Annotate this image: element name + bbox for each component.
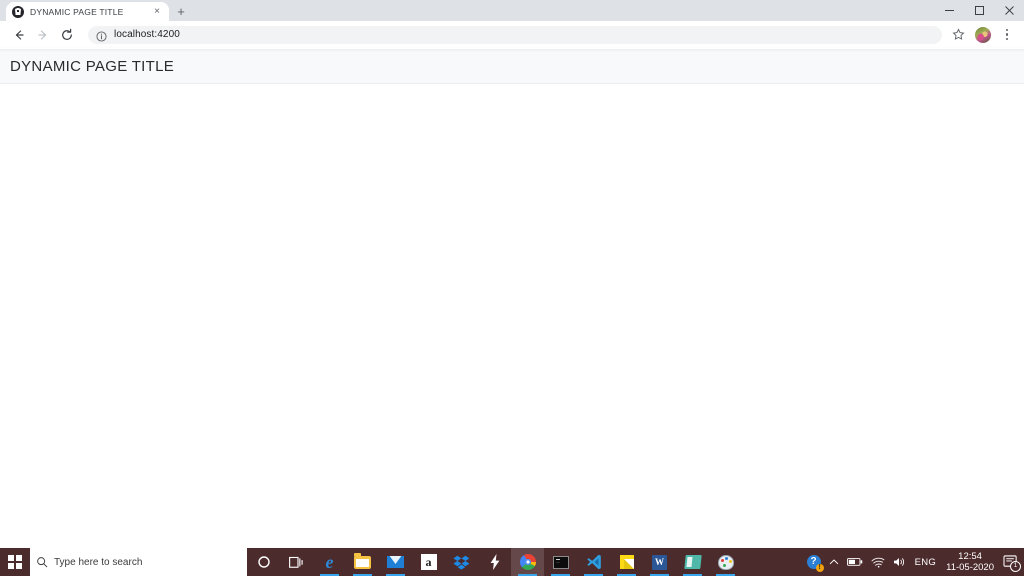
windows-taskbar: Type here to search e a W ? ! ENG 12:54 … (0, 548, 1024, 576)
paint-palette-icon (717, 554, 734, 571)
notification-count-badge: 1 (1010, 561, 1021, 572)
action-center-icon[interactable]: 1 (1000, 548, 1022, 576)
taskbar-app-mail[interactable] (379, 548, 412, 576)
angular-logo-icon (12, 5, 24, 18)
language-indicator[interactable]: ENG (911, 548, 941, 576)
clock-date: 11-05-2020 (946, 562, 994, 573)
star-icon[interactable] (948, 25, 968, 45)
taskbar-app-vscode[interactable] (577, 548, 610, 576)
browser-toolbar: localhost:4200 (0, 21, 1024, 48)
taskbar-app-word[interactable]: W (643, 548, 676, 576)
taskbar-app-file-explorer[interactable] (346, 548, 379, 576)
tab-title: DYNAMIC PAGE TITLE (30, 6, 124, 17)
taskbar-app-lightning[interactable] (478, 548, 511, 576)
system-tray: ? ! ENG 12:54 11-05-2020 1 (803, 548, 1024, 576)
terminal-icon (552, 554, 569, 571)
sticky-note-icon (618, 554, 635, 571)
folder-icon (354, 553, 371, 571)
search-icon (30, 556, 54, 568)
reload-icon[interactable] (56, 24, 78, 46)
cortana-ring-icon (255, 554, 272, 571)
taskbar-app-list: e a W (313, 548, 742, 576)
edge-icon: e (325, 552, 334, 572)
page-body (0, 84, 1024, 547)
taskbar-app-edge[interactable]: e (313, 548, 346, 576)
back-arrow-icon[interactable] (8, 24, 30, 46)
page-viewport: DYNAMIC PAGE TITLE (0, 49, 1024, 548)
battery-icon[interactable] (843, 548, 867, 576)
windows-logo-icon (8, 555, 22, 569)
chevron-up-icon[interactable] (825, 548, 843, 576)
browser-tab[interactable]: DYNAMIC PAGE TITLE × (6, 2, 169, 21)
tab-strip: DYNAMIC PAGE TITLE × + (0, 0, 1024, 21)
page-header-band: DYNAMIC PAGE TITLE (0, 49, 1024, 84)
new-tab-button[interactable]: + (173, 4, 189, 20)
speaker-icon[interactable] (889, 548, 911, 576)
wifi-icon[interactable] (867, 548, 889, 576)
page-title: DYNAMIC PAGE TITLE (10, 57, 175, 75)
toolbar-right-actions (948, 25, 1016, 45)
forward-arrow-icon (32, 24, 54, 46)
task-view-icon[interactable] (280, 548, 313, 576)
url-text: localhost:4200 (114, 29, 180, 40)
taskbar-app-onenote[interactable] (676, 548, 709, 576)
close-icon[interactable]: × (151, 6, 163, 18)
chrome-browser-window: DYNAMIC PAGE TITLE × + localhost:4200 DY… (0, 0, 1024, 548)
taskbar-app-chrome[interactable] (511, 548, 544, 576)
kebab-menu-icon[interactable] (998, 25, 1016, 45)
language-label: ENG (914, 556, 937, 568)
notebook-icon (683, 554, 702, 571)
clock-time: 12:54 (958, 551, 982, 562)
help-circle-icon[interactable]: ? (803, 548, 825, 576)
clock[interactable]: 12:54 11-05-2020 (940, 551, 1000, 573)
address-bar[interactable]: localhost:4200 (88, 25, 942, 44)
minimize-icon[interactable] (934, 0, 964, 21)
help-glyph-icon: ? (806, 555, 824, 572)
mail-icon (387, 554, 404, 571)
window-controls (934, 0, 1024, 21)
maximize-icon[interactable] (964, 0, 994, 21)
amazon-icon: a (420, 554, 437, 571)
dropbox-icon (453, 554, 470, 571)
word-icon: W (651, 554, 668, 571)
vscode-icon (585, 554, 602, 571)
task-view-glyph-icon (288, 554, 305, 571)
taskbar-app-amazon[interactable]: a (412, 548, 445, 576)
info-circle-icon[interactable] (96, 29, 107, 42)
cortana-icon[interactable] (247, 548, 280, 576)
chrome-icon (519, 554, 536, 571)
bolt-icon (486, 554, 503, 571)
taskbar-search-input[interactable]: Type here to search (30, 548, 247, 576)
windows-start-icon[interactable] (0, 548, 30, 576)
avatar[interactable] (975, 26, 991, 43)
close-icon[interactable] (994, 0, 1024, 21)
taskbar-app-sticky-notes[interactable] (610, 548, 643, 576)
taskbar-app-command-prompt[interactable] (544, 548, 577, 576)
taskbar-app-dropbox[interactable] (445, 548, 478, 576)
taskbar-app-paint[interactable] (709, 548, 742, 576)
toolbar-divider (0, 48, 1024, 49)
screen: DYNAMIC PAGE TITLE × + localhost:4200 DY… (0, 0, 1024, 576)
search-placeholder: Type here to search (54, 556, 143, 568)
